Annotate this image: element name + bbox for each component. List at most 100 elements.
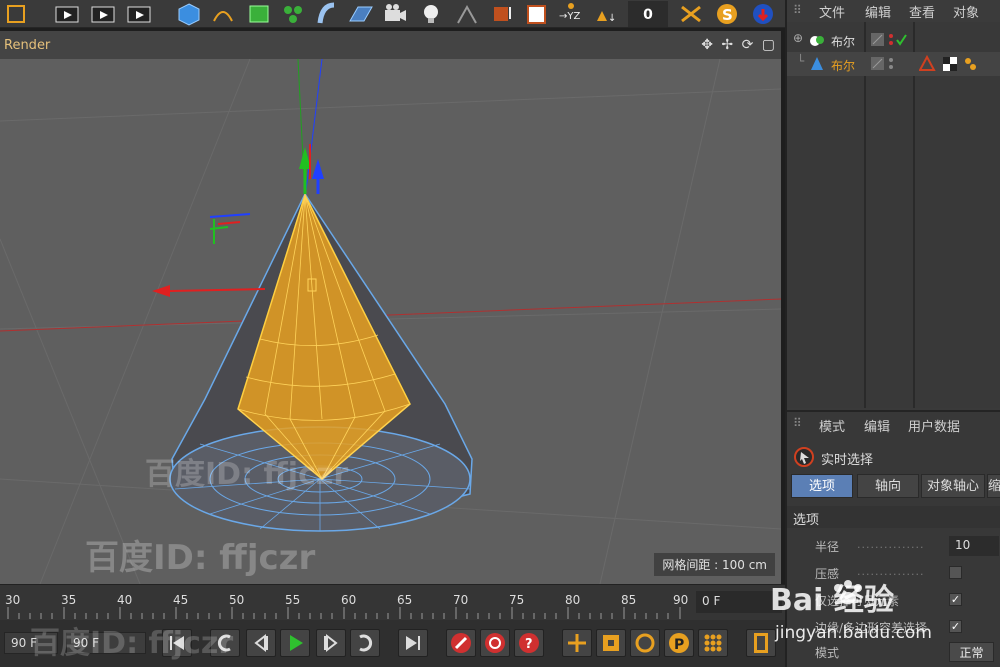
svg-text:S: S xyxy=(722,6,733,24)
object-row-cone[interactable]: └ 布尔 xyxy=(787,52,1000,76)
dots-separator: ............... xyxy=(857,565,925,578)
timeline-tick: 55 xyxy=(285,593,301,607)
attribute-tabs: 选项 轴向 对象轴心 缩 xyxy=(787,474,1000,498)
pressure-checkbox[interactable] xyxy=(949,566,962,579)
cube-icon[interactable] xyxy=(174,1,204,27)
point-level-key-button[interactable] xyxy=(698,629,728,657)
tab-object-axis[interactable]: 对象轴心 xyxy=(921,474,985,498)
panel-grip-icon[interactable]: ⠿ xyxy=(793,416,802,430)
panel-grip-icon[interactable]: ⠿ xyxy=(793,3,802,17)
record-keys-button[interactable] xyxy=(446,629,476,657)
viewport-header: Render ✥ ✢ ⟳ ▢ xyxy=(0,31,781,59)
menu-view[interactable]: 查看 xyxy=(909,2,935,21)
snap-icon[interactable] xyxy=(452,1,482,27)
object-list: ⊕ 布尔 └ 布尔 xyxy=(787,22,1000,408)
deformer-icon[interactable] xyxy=(312,1,342,27)
live-selection-icon xyxy=(794,447,814,467)
render-picture-queue-icon[interactable] xyxy=(88,1,118,27)
attribute-menu: ⠿ 模式 编辑 用户数据 xyxy=(787,412,1000,436)
keyframe-selection-button[interactable]: ? xyxy=(514,629,544,657)
svg-text:百度ID: ffjczr: 百度ID: ffjczr xyxy=(30,626,233,661)
viewport-navigation-icons[interactable]: ✥ ✢ ⟳ ▢ xyxy=(701,37,777,53)
grid-spacing-label: 网格间距 : 100 cm xyxy=(654,553,775,576)
modeling-axis-icon[interactable] xyxy=(488,1,518,27)
subdivision-icon[interactable] xyxy=(244,1,274,27)
go-to-end-button[interactable] xyxy=(398,629,428,657)
object-manager-menu: ⠿ 文件 编辑 查看 对象 xyxy=(787,0,1000,22)
parameter-key-button[interactable]: P xyxy=(664,629,694,657)
3d-viewport[interactable]: Render ✥ ✢ ⟳ ▢ 百度ID: ffjczr 百度ID: ffjczr… xyxy=(0,31,781,584)
column-divider xyxy=(864,22,866,408)
timeline-tick: 80 xyxy=(565,593,581,607)
menu-file[interactable]: 文件 xyxy=(819,2,845,21)
watermark-user-id: 百度ID: ffjczr xyxy=(85,538,315,578)
timeline-tick: 90 xyxy=(673,593,689,607)
rotation-key-button[interactable] xyxy=(630,629,660,657)
mode-dropdown[interactable]: 正常 xyxy=(949,642,994,662)
timeline-tick: 45 xyxy=(173,593,189,607)
tab-axis[interactable]: 轴向 xyxy=(857,474,919,498)
s-script-icon[interactable]: S xyxy=(712,1,742,27)
svg-text:jingyan.baidu.com: jingyan.baidu.com xyxy=(774,623,932,643)
light-icon[interactable] xyxy=(416,1,446,27)
next-frame-button[interactable] xyxy=(316,629,346,657)
view-orientation-gizmo xyxy=(209,213,251,244)
timeline-tick: 85 xyxy=(621,593,637,607)
viewport-scene[interactable]: 百度ID: ffjczr 百度ID: ffjczr xyxy=(0,59,781,584)
expand-icon[interactable]: ⊕ xyxy=(793,31,803,45)
column-divider xyxy=(913,22,915,408)
property-label: 半径 xyxy=(815,540,840,554)
scale-key-button[interactable] xyxy=(596,629,626,657)
timeline-ticks xyxy=(7,607,681,619)
menu-edit[interactable]: 编辑 xyxy=(865,2,891,21)
workplane-icon[interactable] xyxy=(522,1,552,27)
timeline-ruler[interactable]: 30 35 40 45 50 55 60 65 70 75 80 85 90 0… xyxy=(0,584,785,620)
viewport-title: Render xyxy=(4,38,51,53)
position-key-button[interactable] xyxy=(562,629,592,657)
menu-edit[interactable]: 编辑 xyxy=(864,416,890,435)
tab-options[interactable]: 选项 xyxy=(791,474,853,498)
menu-object[interactable]: 对象 xyxy=(953,2,979,21)
timeline-tick: 50 xyxy=(229,593,245,607)
object-name[interactable]: 布尔 xyxy=(831,33,855,50)
object-name[interactable]: 布尔 xyxy=(831,57,855,74)
svg-text:Bai 经验: Bai 经验 xyxy=(770,583,894,618)
coordinate-axis-icon[interactable]: →YZ xyxy=(556,1,586,27)
main-toolbar: →YZ ↓ 0 S xyxy=(0,0,785,28)
attribute-mode-header: 实时选择 xyxy=(787,444,1000,470)
locking-icon[interactable]: ↓ xyxy=(592,1,622,27)
svg-text:→YZ: →YZ xyxy=(559,11,580,22)
visibility-toggles[interactable] xyxy=(871,56,901,72)
baidu-jingyan-watermark: Bai 经验 jingyan.baidu.com xyxy=(770,580,932,643)
timeline-tick: 60 xyxy=(341,593,357,607)
sculpt-icon[interactable] xyxy=(676,1,706,27)
menu-mode[interactable]: 模式 xyxy=(819,416,845,435)
timeline-tick: 65 xyxy=(397,593,413,607)
object-row-boole[interactable]: ⊕ 布尔 xyxy=(787,28,1000,52)
watermark-user-id: 百度ID: ffjczr xyxy=(30,626,233,661)
radius-input[interactable]: 10 xyxy=(949,536,999,556)
timeline-tick: 30 xyxy=(5,593,21,607)
render-settings-icon[interactable] xyxy=(124,1,154,27)
section-header: 选项 xyxy=(787,506,1000,528)
timeline-tick: 70 xyxy=(453,593,469,607)
object-tags[interactable] xyxy=(919,55,989,73)
watermark-user-id: 百度ID: ffjczr xyxy=(145,457,348,492)
camera-icon[interactable] xyxy=(380,1,410,27)
array-icon[interactable] xyxy=(278,1,308,27)
render-view-icon[interactable] xyxy=(52,1,82,27)
timeline-tick: 75 xyxy=(509,593,525,607)
property-label: 模式 xyxy=(815,646,840,660)
floor-icon[interactable] xyxy=(346,1,376,27)
visibility-toggles[interactable] xyxy=(871,32,911,48)
pen-spline-icon[interactable] xyxy=(208,1,238,27)
menu-user-data[interactable]: 用户数据 xyxy=(908,416,960,435)
svg-text:?: ? xyxy=(525,637,533,652)
undo-icon[interactable] xyxy=(2,1,32,27)
tab-overflow[interactable]: 缩 xyxy=(987,474,1000,498)
next-key-button[interactable] xyxy=(350,629,380,657)
timeline-tick: 40 xyxy=(117,593,133,607)
shader-icon[interactable] xyxy=(748,1,778,27)
timeline-tick: 35 xyxy=(61,593,77,607)
auto-keying-button[interactable] xyxy=(480,629,510,657)
